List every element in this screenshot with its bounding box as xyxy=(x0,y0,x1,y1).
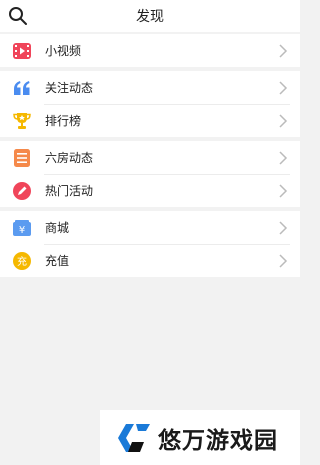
menu-item-recharge[interactable]: 充 充值 xyxy=(0,244,300,277)
list-icon xyxy=(13,148,31,167)
menu-item-label: 充值 xyxy=(45,254,70,268)
quote-icon xyxy=(13,79,31,97)
menu-item-mall[interactable]: ¥ 商城 xyxy=(0,211,300,244)
menu-item-label: 热门活动 xyxy=(45,184,94,198)
chevron-right-icon xyxy=(279,150,288,165)
pen-icon xyxy=(13,181,31,200)
menu-item-label: 小视频 xyxy=(45,44,82,58)
menu-item-short-video[interactable]: 小视频 xyxy=(0,34,300,67)
watermark-logo-icon xyxy=(118,423,150,452)
chevron-right-icon xyxy=(279,183,288,198)
recharge-glyph: 充 xyxy=(17,255,27,268)
menu-item-label: 六房动态 xyxy=(45,151,94,165)
menu-item-hot-events[interactable]: 热门活动 xyxy=(0,174,300,207)
menu-item-label: 关注动态 xyxy=(45,81,94,95)
search-icon[interactable] xyxy=(8,6,28,26)
watermark-text: 悠万游戏园 xyxy=(158,427,278,454)
page-title: 发现 xyxy=(136,9,164,25)
chevron-right-icon xyxy=(279,43,288,58)
chevron-right-icon xyxy=(279,80,288,95)
shop-icon: ¥ xyxy=(13,219,31,237)
top-bar: 发现 xyxy=(0,0,300,32)
menu-item-room-feed[interactable]: 六房动态 xyxy=(0,141,300,174)
trophy-icon xyxy=(13,112,31,130)
menu-group-store: ¥ 商城 充 充值 xyxy=(0,211,300,277)
menu-item-leaderboard[interactable]: 排行榜 xyxy=(0,104,300,137)
watermark: 悠万游戏园 xyxy=(100,410,300,465)
menu-group-activity: 六房动态 热门活动 xyxy=(0,141,300,207)
chevron-right-icon xyxy=(279,220,288,235)
menu-item-label: 商城 xyxy=(45,221,70,235)
chevron-right-icon xyxy=(279,113,288,128)
menu-group-social: 关注动态 排行榜 xyxy=(0,71,300,137)
menu-group-video: 小视频 xyxy=(0,34,300,67)
chevron-right-icon xyxy=(279,253,288,268)
shop-glyph: ¥ xyxy=(19,225,25,236)
video-icon xyxy=(13,42,31,60)
menu-item-label: 排行榜 xyxy=(45,114,82,128)
recharge-icon: 充 xyxy=(13,251,31,270)
menu-item-follow-feed[interactable]: 关注动态 xyxy=(0,71,300,104)
